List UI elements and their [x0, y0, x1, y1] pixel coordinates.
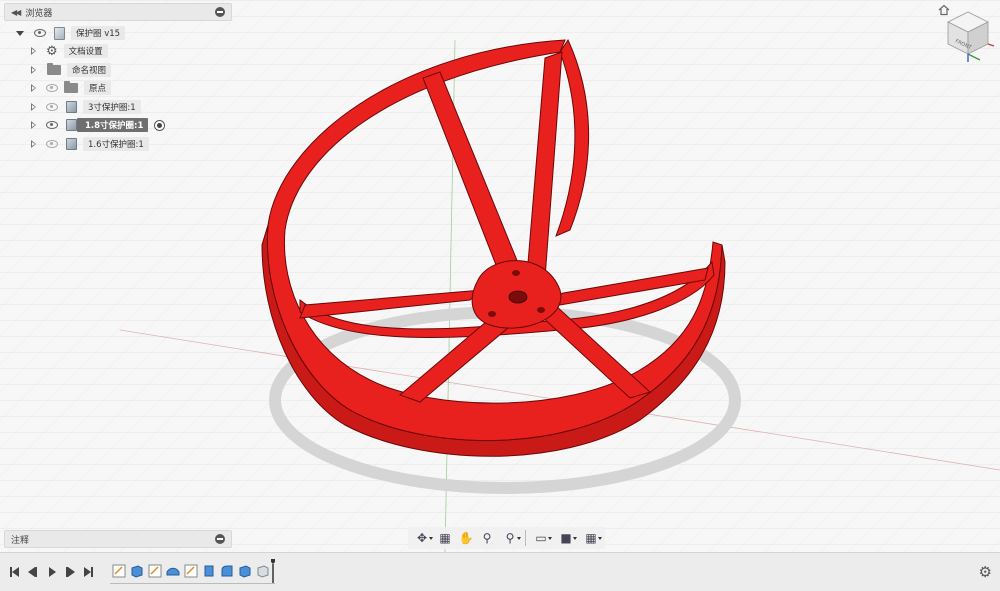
tree-item-3inch-guard[interactable]: 3寸保护圈:1	[30, 99, 141, 115]
component-icon	[66, 119, 77, 131]
extrude-feature-icon[interactable]	[130, 564, 144, 578]
comments-title: 注释	[11, 535, 30, 546]
next-icon[interactable]	[64, 566, 76, 578]
component-feature-icon[interactable]	[256, 564, 270, 578]
component-icon	[66, 101, 77, 113]
navigation-toolbar: ✥ ▦ ✋ ⚲ ⚲ ▭ ■ ▦	[408, 527, 605, 549]
display-mode-icon[interactable]: ▭	[529, 529, 553, 547]
first-icon[interactable]	[8, 566, 20, 578]
browser-title: 浏览器	[25, 8, 53, 19]
tree-item-label: 文档设置	[63, 44, 108, 58]
hub-hole-2	[488, 311, 496, 317]
tree-item-label: 保护圈 v15	[71, 26, 126, 40]
last-icon[interactable]	[82, 566, 94, 578]
comments-panel-header[interactable]: 注释	[4, 530, 232, 548]
visibility-eye-icon[interactable]	[46, 140, 58, 148]
look-at-icon[interactable]: ▦	[435, 529, 455, 547]
panel-toggle-icon[interactable]	[215, 534, 225, 544]
timeline-marker[interactable]	[271, 559, 275, 583]
extrude-feature-icon[interactable]	[238, 564, 252, 578]
expand-arrow-icon[interactable]	[30, 140, 38, 148]
play-icon[interactable]	[46, 566, 58, 578]
timeline-settings-gear-icon[interactable]: ⚙	[979, 563, 992, 581]
visibility-eye-icon[interactable]	[46, 84, 58, 92]
viewcube-x-axis	[987, 43, 995, 47]
model-canvas[interactable]	[0, 0, 1000, 552]
tree-item-origin[interactable]: 原点	[30, 80, 112, 96]
visual-style-icon[interactable]: ■	[554, 529, 578, 547]
hub-center-hole	[508, 290, 528, 304]
viewcube[interactable]: FRONT	[940, 4, 996, 64]
visibility-eye-icon[interactable]	[46, 121, 58, 129]
expand-arrow-icon[interactable]	[30, 103, 38, 111]
sketch-feature-icon[interactable]	[112, 564, 126, 578]
viewcube-y-axis	[967, 53, 981, 61]
tree-item-label: 命名视图	[67, 63, 112, 77]
gear-icon: ⚙	[46, 43, 58, 59]
browser-panel-header[interactable]: ◀◀ 浏览器	[4, 3, 232, 21]
tree-item-1.8inch-guard[interactable]: 1.8寸保护圈:1	[30, 117, 166, 133]
activate-component-radio[interactable]	[154, 119, 166, 131]
zoom-icon[interactable]: ⚲	[477, 529, 497, 547]
orbit-icon[interactable]: ✥	[410, 529, 434, 547]
component-icon	[66, 138, 77, 150]
grid-icon[interactable]: ▦	[579, 529, 603, 547]
expand-arrow-icon[interactable]	[30, 47, 38, 55]
tree-item-named-views[interactable]: 命名视图	[30, 62, 112, 78]
expand-arrow-icon[interactable]	[30, 84, 38, 92]
document-icon	[54, 26, 65, 40]
tree-item-label: 3寸保护圈:1	[83, 100, 141, 114]
sketch-feature-icon[interactable]	[148, 564, 162, 578]
hub-hole-3	[537, 307, 545, 313]
pan-icon[interactable]: ✋	[456, 529, 476, 547]
expand-arrow-icon[interactable]	[16, 29, 24, 37]
timeline-bar: ⚙	[0, 552, 1000, 591]
tree-item-1.6inch-guard[interactable]: 1.6寸保护圈:1	[30, 136, 149, 152]
expand-arrow-icon[interactable]	[30, 66, 38, 74]
tree-item-document[interactable]: 保护圈 v15	[16, 25, 126, 41]
visibility-eye-icon[interactable]	[34, 29, 46, 37]
collapse-panel-icon[interactable]: ◀◀	[11, 8, 21, 17]
visibility-eye-icon[interactable]	[46, 103, 58, 111]
pattern-feature-icon[interactable]	[166, 564, 180, 578]
hub-hole-1	[512, 270, 520, 276]
panel-toggle-icon[interactable]	[215, 7, 225, 17]
tree-item-document-settings[interactable]: ⚙ 文档设置	[30, 43, 108, 59]
3d-viewport[interactable]: ◀◀ 浏览器 保护圈 v15 ⚙ 文档设置 命名视图 原点 3寸保护圈:1 1.…	[0, 0, 1000, 552]
previous-icon[interactable]	[26, 566, 38, 578]
timeline-track	[110, 583, 275, 584]
tree-item-label: 原点	[84, 81, 112, 95]
folder-icon	[64, 81, 78, 93]
fit-icon[interactable]: ⚲	[498, 529, 522, 547]
expand-arrow-icon[interactable]	[30, 121, 38, 129]
tree-item-label: 1.6寸保护圈:1	[83, 137, 149, 151]
fillet-feature-icon[interactable]	[220, 564, 234, 578]
sketch-feature-icon[interactable]	[184, 564, 198, 578]
folder-icon	[47, 63, 61, 75]
toolbar-divider	[525, 530, 526, 546]
extrude-feature-icon[interactable]	[202, 564, 216, 578]
tree-item-label: 1.8寸保护圈:1	[77, 118, 149, 132]
